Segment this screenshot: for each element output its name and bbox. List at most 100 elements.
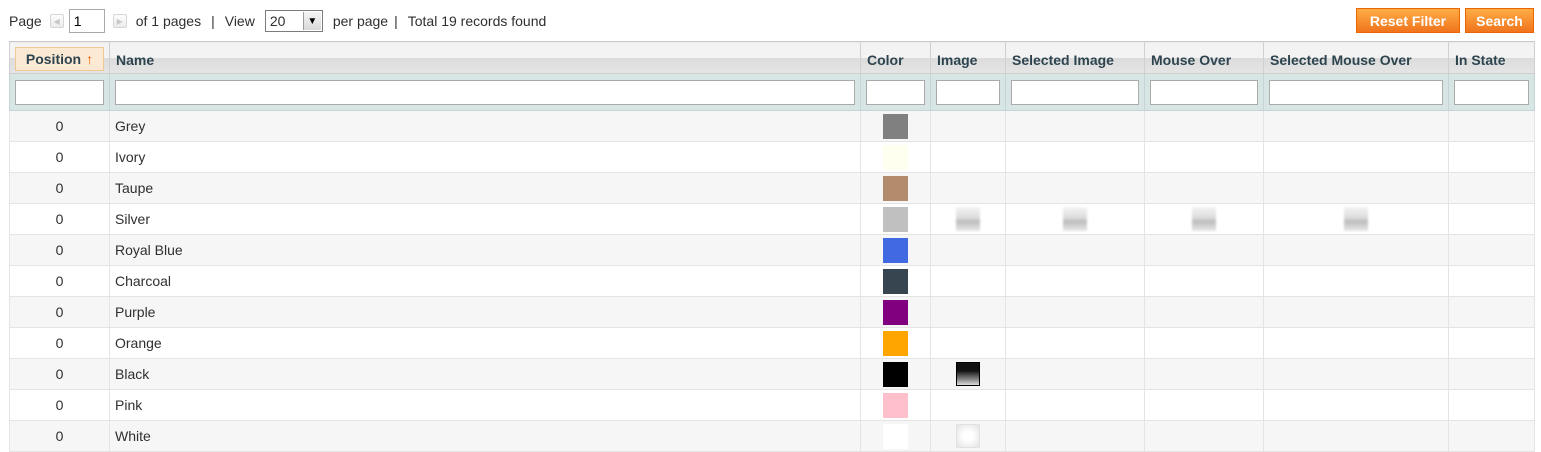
cell-in-state: [1448, 203, 1535, 235]
cell-name: Purple: [109, 296, 861, 328]
cell-selected-image: [1005, 327, 1145, 359]
silver-swatch-image-thumbnail: [1192, 207, 1216, 231]
cell-selected-image: [1005, 358, 1145, 390]
view-label: View: [224, 13, 255, 29]
cell-position: 0: [9, 203, 110, 235]
column-header-image[interactable]: Image: [930, 41, 1006, 74]
cell-mouse-over: [1144, 358, 1264, 390]
table-row[interactable]: 0 Purple: [9, 296, 1535, 328]
cell-selected-image: [1005, 172, 1145, 204]
table-row[interactable]: 0 Silver: [9, 203, 1535, 235]
table-row[interactable]: 0 Grey: [9, 110, 1535, 142]
cell-color: [860, 141, 931, 173]
cell-image: [930, 389, 1006, 421]
table-row[interactable]: 0 Orange: [9, 327, 1535, 359]
filter-mouse-over-input[interactable]: [1150, 79, 1258, 105]
column-header-in-state[interactable]: In State: [1448, 41, 1535, 74]
cell-color: [860, 172, 931, 204]
cell-position: 0: [9, 420, 110, 452]
table-row[interactable]: 0 Royal Blue: [9, 234, 1535, 266]
cell-mouse-over: [1144, 420, 1264, 452]
column-header-color[interactable]: Color: [860, 41, 931, 74]
swatch-grid: Position ↑ Name Color Image Selected Imag…: [9, 41, 1535, 452]
silver-swatch-image-thumbnail: [1063, 207, 1087, 231]
page-number-input[interactable]: [68, 9, 105, 33]
table-row[interactable]: 0 Charcoal: [9, 265, 1535, 297]
total-records-text: Total 19 records found: [407, 13, 547, 29]
column-header-mouse-over[interactable]: Mouse Over: [1144, 41, 1264, 74]
cell-image: [930, 327, 1006, 359]
cell-name: Charcoal: [109, 265, 861, 297]
cell-name: Silver: [109, 203, 861, 235]
cell-in-state: [1448, 234, 1535, 266]
table-row[interactable]: 0 Ivory: [9, 141, 1535, 173]
cell-in-state: [1448, 327, 1535, 359]
search-button[interactable]: Search: [1465, 8, 1534, 33]
cell-selected-image: [1005, 110, 1145, 142]
per-page-value: 20: [269, 13, 286, 29]
chevron-down-icon[interactable]: ▼: [302, 12, 321, 30]
color-swatch: [883, 206, 908, 232]
filter-selected-mouse-over-input[interactable]: [1269, 79, 1443, 105]
silver-swatch-image-thumbnail: [1344, 207, 1368, 231]
column-header-position[interactable]: Position ↑: [9, 41, 110, 74]
pager: Page ◀ ▶ of 1 pages | View 20 ▼ per page…: [9, 9, 546, 33]
cell-selected-image: [1005, 203, 1145, 235]
cell-image: [930, 172, 1006, 204]
sorted-header[interactable]: Position ↑: [15, 46, 104, 71]
cell-image: [930, 265, 1006, 297]
color-swatch: [883, 299, 908, 325]
cell-mouse-over: [1144, 389, 1264, 421]
next-page-arrow-icon[interactable]: ▶: [112, 14, 127, 28]
cell-image: [930, 358, 1006, 390]
cell-color: [860, 389, 931, 421]
cell-color: [860, 420, 931, 452]
cell-in-state: [1448, 358, 1535, 390]
cell-selected-image: [1005, 420, 1145, 452]
per-page-select[interactable]: 20 ▼: [264, 10, 323, 32]
filter-image-input[interactable]: [936, 79, 1000, 105]
cell-image: [930, 234, 1006, 266]
cell-selected-image: [1005, 265, 1145, 297]
cell-selected-image: [1005, 296, 1145, 328]
column-header-name[interactable]: Name: [109, 41, 861, 74]
column-header-selected-image[interactable]: Selected Image: [1005, 41, 1145, 74]
color-swatch: [883, 113, 908, 139]
cell-selected-mouse-over: [1263, 389, 1449, 421]
cell-name: White: [109, 420, 861, 452]
cell-in-state: [1448, 141, 1535, 173]
silver-swatch-image-thumbnail: [956, 207, 980, 231]
cell-name: Orange: [109, 327, 861, 359]
cell-color: [860, 265, 931, 297]
color-swatch: [883, 330, 908, 356]
color-swatch: [883, 361, 908, 387]
cell-mouse-over: [1144, 327, 1264, 359]
column-header-selected-mouse-over[interactable]: Selected Mouse Over: [1263, 41, 1449, 74]
table-row[interactable]: 0 Pink: [9, 389, 1535, 421]
table-row[interactable]: 0 White: [9, 420, 1535, 452]
table-row[interactable]: 0 Black: [9, 358, 1535, 390]
filter-color-input[interactable]: [866, 79, 925, 105]
cell-selected-mouse-over: [1263, 265, 1449, 297]
cell-selected-mouse-over: [1263, 110, 1449, 142]
filter-in-state-input[interactable]: [1454, 79, 1529, 105]
cell-mouse-over: [1144, 296, 1264, 328]
cell-position: 0: [9, 296, 110, 328]
filter-position-input[interactable]: [15, 79, 104, 105]
filter-selected-image-input[interactable]: [1011, 79, 1139, 105]
separator: |: [394, 13, 398, 29]
cell-selected-mouse-over: [1263, 327, 1449, 359]
cell-mouse-over: [1144, 203, 1264, 235]
filter-row: [9, 73, 1535, 111]
previous-page-arrow-icon[interactable]: ◀: [49, 14, 64, 28]
color-swatch: [883, 237, 908, 263]
cell-in-state: [1448, 420, 1535, 452]
cell-name: Grey: [109, 110, 861, 142]
page-label: Page: [9, 13, 42, 29]
filter-name-input[interactable]: [115, 79, 855, 105]
cell-image: [930, 203, 1006, 235]
table-row[interactable]: 0 Taupe: [9, 172, 1535, 204]
cell-mouse-over: [1144, 110, 1264, 142]
color-swatch: [883, 268, 908, 294]
reset-filter-button[interactable]: Reset Filter: [1356, 8, 1460, 33]
